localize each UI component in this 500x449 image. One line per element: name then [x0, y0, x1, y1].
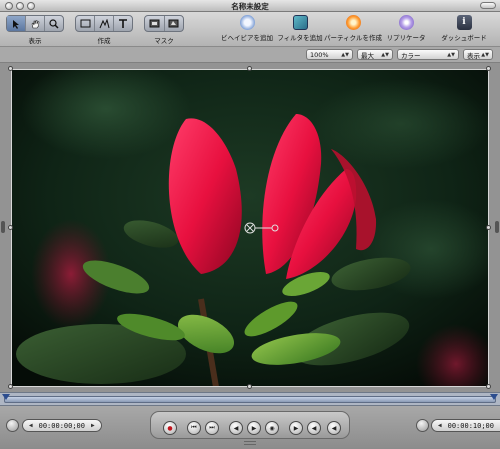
duration-clock-icon[interactable]: [416, 419, 429, 432]
go-to-end-button[interactable]: ⏭: [205, 421, 219, 435]
resize-handle-top[interactable]: [247, 66, 252, 71]
chevron-right-icon[interactable]: ▶: [91, 422, 95, 429]
loop-button[interactable]: ◉: [265, 421, 279, 435]
replicator-button[interactable]: リプリケータ: [374, 14, 438, 46]
resize-handle-top-right[interactable]: [486, 66, 491, 71]
create-group-label: 作成: [97, 37, 111, 45]
magnifier-icon: [49, 18, 59, 29]
left-panel-tab[interactable]: [1, 221, 5, 233]
rectangle-icon: [80, 19, 90, 28]
timeline-object-bar[interactable]: [4, 396, 496, 403]
selection-bounding-box: [11, 69, 489, 387]
view-group-label: 表示: [28, 37, 42, 45]
canvas[interactable]: [0, 63, 500, 392]
zoom-tool-button[interactable]: [45, 16, 63, 31]
bezier-tool-button[interactable]: [95, 16, 114, 31]
resize-handle-bottom[interactable]: [247, 384, 252, 389]
end-time-field[interactable]: ◀ 00:00:10;00 ▶: [431, 419, 500, 432]
resize-handle-left[interactable]: [8, 225, 13, 230]
play-button[interactable]: ▶: [247, 421, 261, 435]
canvas-options-bar: 100% ▲▼ 最大 ▲▼ カラー ▲▼ 表示 ▲▼: [0, 47, 500, 63]
replicator-icon: [398, 15, 414, 30]
gear-icon: [239, 15, 255, 30]
pen-icon: [99, 18, 109, 28]
pan-tool-button[interactable]: [26, 16, 45, 31]
bezier-mask-tool-button[interactable]: [165, 16, 184, 31]
window-title: 名称未設定: [231, 2, 269, 11]
resize-handle-right[interactable]: [486, 225, 491, 230]
dashboard-button[interactable]: i ダッシュボード: [432, 14, 496, 46]
text-tool-button[interactable]: [114, 16, 132, 31]
transport-controls: ● ⏮ ⏭ ◀ ▶ ◉ ▶ ◀ ◀: [150, 411, 350, 439]
chevron-updown-icon: ▲▼: [381, 51, 389, 58]
chevron-updown-icon: ▲▼: [447, 51, 455, 58]
create-tools-group: [75, 15, 133, 32]
play-range-end-marker[interactable]: [490, 394, 498, 400]
chevron-left-icon[interactable]: ◀: [438, 422, 442, 429]
toolbar-toggle-button[interactable]: [480, 2, 496, 9]
rect-mask-icon: [149, 19, 160, 28]
record-button[interactable]: ●: [163, 421, 177, 435]
view-tools-group: [6, 15, 64, 32]
view-select[interactable]: 表示 ▲▼: [463, 49, 493, 60]
step-back-button[interactable]: ◀: [229, 421, 243, 435]
hand-icon: [31, 19, 40, 28]
right-panel-tab[interactable]: [495, 221, 499, 233]
info-icon: i: [456, 15, 472, 30]
playhead-marker[interactable]: [2, 394, 10, 400]
bezier-mask-icon: [168, 19, 179, 28]
render-quality-select[interactable]: 最大 ▲▼: [357, 49, 393, 60]
filter-icon: [292, 15, 308, 30]
zoom-select[interactable]: 100% ▲▼: [306, 49, 353, 60]
channels-select[interactable]: カラー ▲▼: [397, 49, 459, 60]
step-forward-button[interactable]: ▶: [289, 421, 303, 435]
playhead-clock-icon[interactable]: [6, 419, 19, 432]
play-audio-button[interactable]: ◀: [327, 421, 341, 435]
arrow-icon: [13, 19, 19, 29]
current-time-field[interactable]: ◀ 00:00:00;00 ▶: [22, 419, 102, 432]
window-resize-grip[interactable]: [244, 441, 256, 445]
mask-tools-group: [144, 15, 184, 32]
chevron-left-icon[interactable]: ◀: [29, 422, 33, 429]
rect-mask-tool-button[interactable]: [145, 16, 165, 31]
text-icon: [119, 18, 127, 28]
select-tool-button[interactable]: [7, 16, 26, 31]
chevron-updown-icon: ▲▼: [341, 51, 349, 58]
toolbar: 表示 作成 マスク ビヘイビアを追加 フィルタを追加 パーティクルを作成 リプリ…: [0, 12, 500, 47]
go-to-start-button[interactable]: ⏮: [187, 421, 201, 435]
chevron-updown-icon: ▲▼: [481, 51, 489, 58]
resize-handle-bottom-right[interactable]: [486, 384, 491, 389]
resize-handle-bottom-left[interactable]: [8, 384, 13, 389]
resize-handle-top-left[interactable]: [8, 66, 13, 71]
audio-button[interactable]: ◀: [307, 421, 321, 435]
mini-timeline[interactable]: [0, 392, 500, 406]
title-bar: 名称未設定: [0, 0, 500, 12]
mask-group-label: マスク: [154, 37, 174, 45]
particle-icon: [345, 15, 361, 30]
rectangle-tool-button[interactable]: [76, 16, 95, 31]
